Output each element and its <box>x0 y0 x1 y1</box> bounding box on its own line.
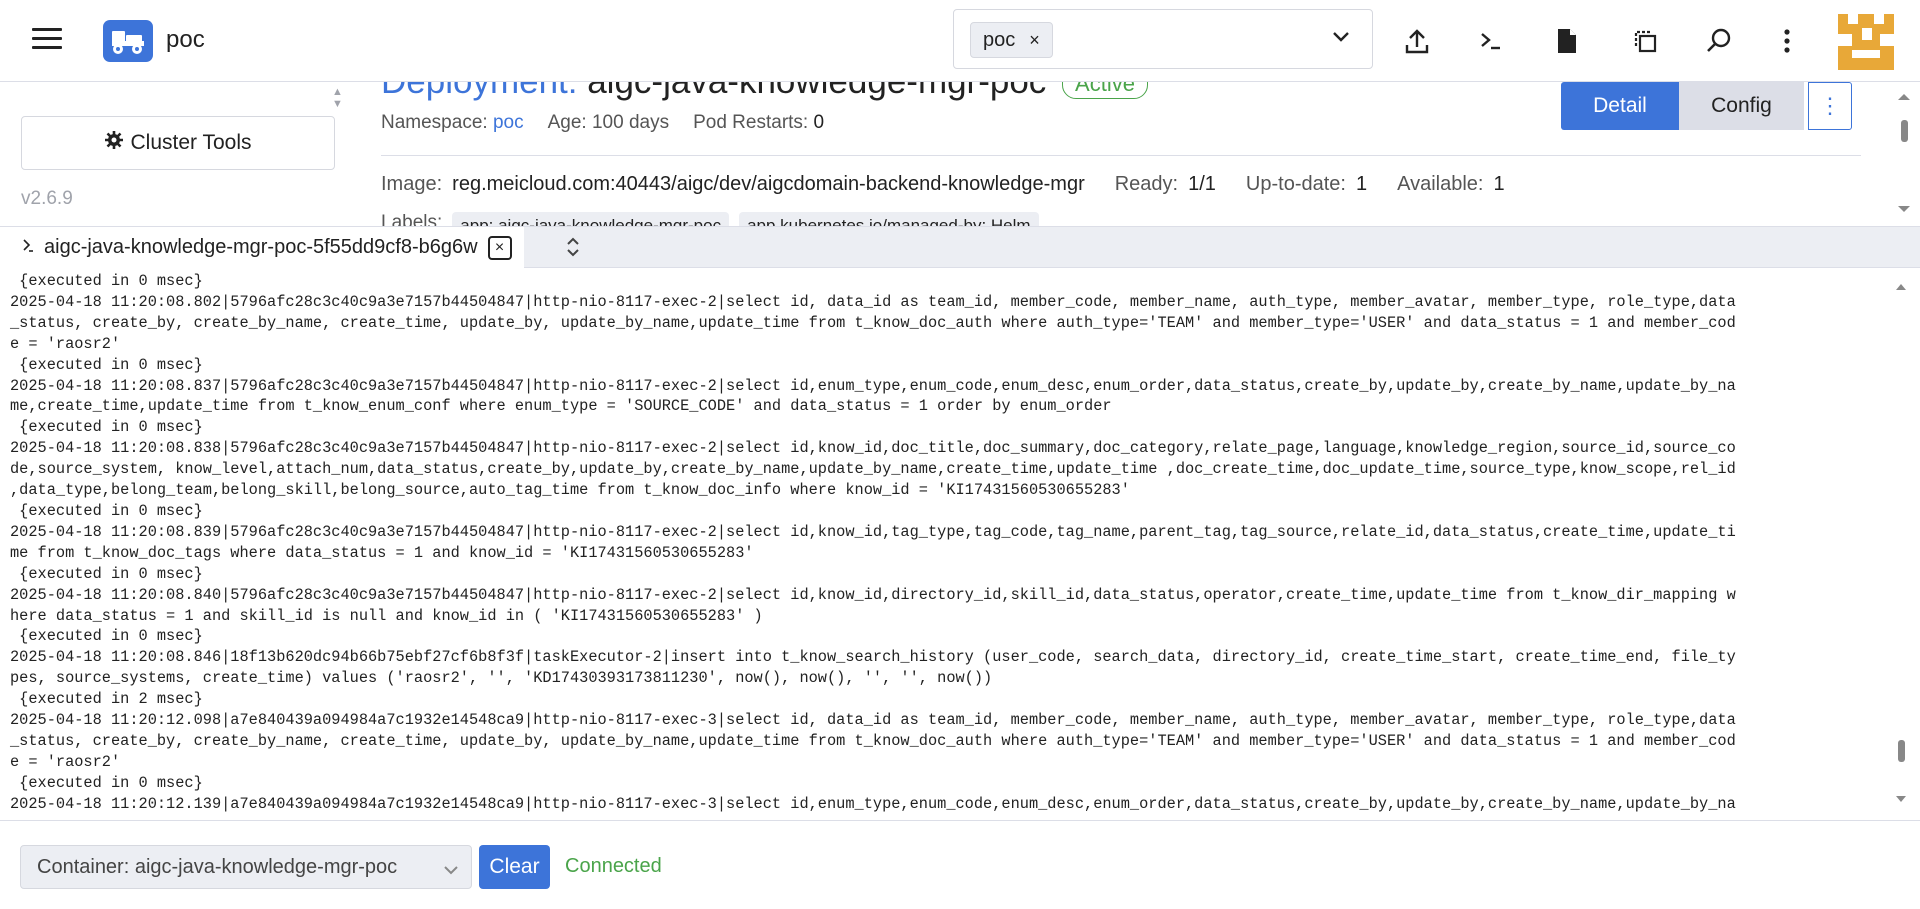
restarts-value: 0 <box>813 112 825 133</box>
cluster-logo-icon[interactable] <box>103 20 153 62</box>
uptodate-value: 1 <box>1355 173 1368 195</box>
top-header: poc poc × <box>0 0 1920 82</box>
chevron-down-icon[interactable] <box>1332 30 1350 48</box>
divider <box>381 155 1861 156</box>
terminal-tab-bar: aigc-java-knowledge-mgr-poc-5f55dd9cf8-b… <box>0 226 1920 268</box>
deployment-detail: Deployment: aigc-java-knowledge-mgr-poc … <box>352 82 1920 226</box>
deployment-image-row: Image: reg.meicloud.com:40443/aigc/dev/ai… <box>381 173 1505 196</box>
resource-kind[interactable]: Deployment: <box>381 82 577 101</box>
detail-button[interactable]: Detail <box>1561 82 1679 130</box>
log-text: {executed in 0 msec} 2025-04-18 11:20:08… <box>10 272 1736 813</box>
namespace-label: Namespace: <box>381 112 488 133</box>
deployment-meta: Namespace: poc Age: 100 days Pod Restart… <box>381 112 824 134</box>
close-tab-icon[interactable]: × <box>487 235 512 260</box>
uptodate-label: Up-to-date: <box>1245 173 1346 195</box>
namespace-filter[interactable]: poc × <box>953 9 1373 69</box>
gear-icon <box>104 131 123 155</box>
sidebar-scroll-icon[interactable]: ▲ ▼ <box>332 86 343 110</box>
config-button[interactable]: Config <box>1679 82 1804 130</box>
connection-status: Connected <box>565 855 662 877</box>
labels-row: Labels: app: aigc-java-knowledge-mgr-poc… <box>381 212 1039 226</box>
terminal-tab-title: aigc-java-knowledge-mgr-poc-5f55dd9cf8-b… <box>44 236 478 258</box>
container-select-value: Container: aigc-java-knowledge-mgr-poc <box>37 855 398 878</box>
deployment-name: aigc-java-knowledge-mgr-poc <box>587 82 1046 101</box>
terminal-output[interactable]: {executed in 0 msec} 2025-04-18 11:20:08… <box>0 268 1900 820</box>
label-chip: app.kubernetes.io/managed-by: Helm <box>739 212 1039 226</box>
clear-button[interactable]: Clear <box>479 845 550 889</box>
chevron-down-icon <box>443 859 459 882</box>
available-value: 1 <box>1493 173 1505 195</box>
terminal-icon <box>22 236 34 259</box>
namespace-chip-label: poc <box>983 29 1016 51</box>
restarts-label: Pod Restarts: <box>693 112 809 133</box>
label-chip: app: aigc-java-knowledge-mgr-poc <box>452 212 730 226</box>
version-label: v2.6.9 <box>21 188 73 209</box>
remove-namespace-icon[interactable]: × <box>1029 23 1040 57</box>
age-label: Age: <box>547 112 587 133</box>
kubeconfig-file-icon[interactable] <box>1550 24 1584 58</box>
ready-value: 1/1 <box>1188 173 1216 195</box>
cluster-tools-button[interactable]: Cluster Tools <box>21 116 335 170</box>
image-label: Image: <box>381 173 443 195</box>
terminal-scrollbar[interactable] <box>1888 268 1912 820</box>
cluster-tools-label: Cluster Tools <box>130 131 252 154</box>
labels-label: Labels: <box>381 212 443 226</box>
actions-menu-button[interactable]: ⋮ <box>1808 82 1852 130</box>
menu-icon[interactable] <box>32 28 62 52</box>
ready-label: Ready: <box>1114 173 1179 195</box>
expand-panel-icon[interactable] <box>562 235 584 259</box>
namespace-link[interactable]: poc <box>493 112 524 133</box>
more-options-icon[interactable] <box>1770 24 1804 58</box>
import-yaml-icon[interactable] <box>1400 24 1434 58</box>
page-title: Deployment: aigc-java-knowledge-mgr-poc … <box>381 82 1148 102</box>
user-avatar[interactable] <box>1838 14 1894 70</box>
container-select[interactable]: Container: aigc-java-knowledge-mgr-poc <box>20 845 472 889</box>
terminal-tab[interactable]: aigc-java-knowledge-mgr-poc-5f55dd9cf8-b… <box>0 227 524 268</box>
search-icon[interactable] <box>1702 24 1736 58</box>
side-nav: ▲ ▼ Cluster Tools v2.6.9 <box>6 82 353 226</box>
available-label: Available: <box>1397 173 1484 195</box>
main-scrollbar[interactable] <box>1888 82 1920 226</box>
terminal-footer: Container: aigc-java-knowledge-mgr-poc C… <box>0 820 1920 909</box>
cluster-name[interactable]: poc <box>166 26 205 54</box>
namespace-chip[interactable]: poc × <box>970 22 1053 58</box>
status-badge: Active <box>1062 82 1148 99</box>
age-value: 100 days <box>591 112 670 133</box>
image-value: reg.meicloud.com:40443/aigc/dev/aigcdoma… <box>452 173 1085 195</box>
copy-kubeconfig-icon[interactable] <box>1628 24 1662 58</box>
kubectl-shell-icon[interactable] <box>1474 24 1508 58</box>
